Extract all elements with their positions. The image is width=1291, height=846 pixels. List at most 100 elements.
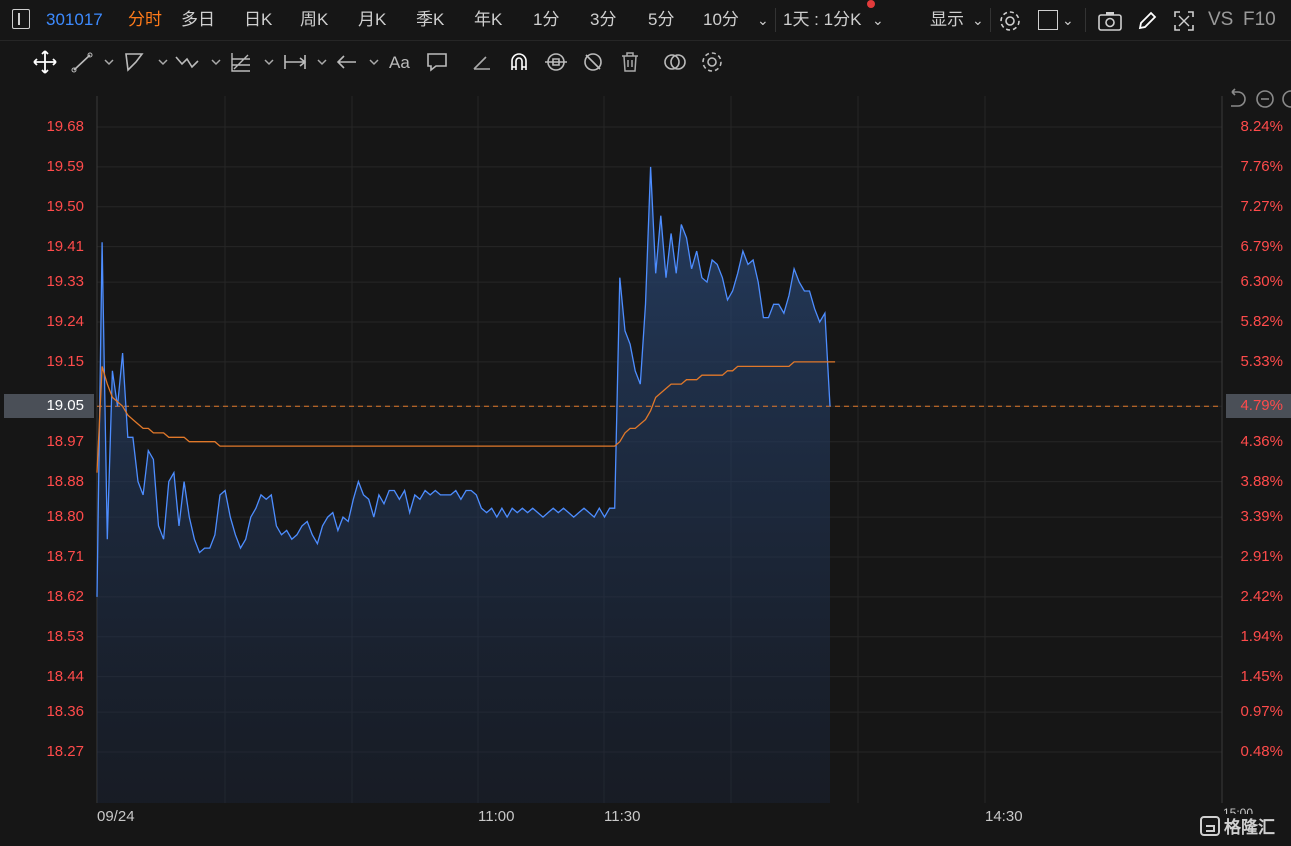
current-percent-value: 4.79%: [1240, 397, 1283, 414]
pencil-icon[interactable]: [1136, 9, 1158, 33]
tab-10min[interactable]: 10分: [703, 9, 739, 31]
y-axis-percent-label: 7.27%: [1240, 197, 1283, 215]
tab-5min[interactable]: 5分: [648, 9, 674, 31]
price-area-fill: [97, 166, 830, 803]
current-price-value: 19.05: [46, 397, 84, 414]
lock-drawings-icon[interactable]: [543, 49, 569, 75]
tab-quarterly-k[interactable]: 季K: [416, 9, 444, 31]
arrow-tool-icon[interactable]: [334, 49, 360, 75]
trash-icon[interactable]: [617, 49, 643, 75]
y-axis-percent-label: 6.79%: [1240, 237, 1283, 255]
y-axis-price-label: 19.41: [46, 237, 84, 255]
y-axis-percent-label: 6.30%: [1240, 273, 1283, 291]
tab-daily-k[interactable]: 日K: [244, 9, 272, 31]
hide-drawings-icon[interactable]: [580, 49, 606, 75]
svg-text:Aa: Aa: [389, 53, 410, 72]
y-axis-percent-label: 7.76%: [1240, 157, 1283, 175]
text-tool-icon[interactable]: Aa: [387, 49, 413, 75]
undo-icon[interactable]: [1226, 88, 1248, 110]
y-axis-price-label: 19.24: [46, 313, 84, 331]
wave-tool-icon[interactable]: [174, 49, 200, 75]
arrow-tool-chevron-icon[interactable]: [361, 49, 379, 75]
divider: [775, 8, 776, 32]
display-chevron-icon[interactable]: ⌄: [972, 9, 984, 31]
tab-monthly-k[interactable]: 月K: [358, 9, 386, 31]
camera-icon[interactable]: [1097, 9, 1123, 33]
y-axis-percent-label: 2.42%: [1240, 587, 1283, 605]
move-crosshair-icon[interactable]: [32, 49, 58, 75]
y-axis-price-label: 18.53: [46, 627, 84, 645]
y-axis-price-label: 18.97: [46, 432, 84, 450]
comment-tool-icon[interactable]: [424, 49, 450, 75]
notification-dot: [867, 0, 875, 8]
y-axis-percent-label: 2.91%: [1240, 547, 1283, 565]
f10-button[interactable]: F10: [1243, 9, 1276, 31]
y-axis-price-label: 19.15: [46, 352, 84, 370]
x-axis-label-1130: 11:30: [604, 808, 641, 825]
tab-multiday[interactable]: 多日: [181, 9, 215, 31]
y-axis-price-label: 18.71: [46, 547, 84, 565]
y-axis-percent-label: 1.45%: [1240, 667, 1283, 685]
watermark-logo: 格隆汇: [1200, 814, 1282, 843]
y-axis-percent-label: 0.48%: [1240, 743, 1283, 760]
y-axis-price-label: 19.33: [46, 273, 84, 291]
drawing-settings-gear-icon[interactable]: [699, 49, 725, 75]
timeshare-chart[interactable]: [0, 82, 1291, 846]
magnet-icon[interactable]: [506, 49, 532, 75]
fullscreen-icon[interactable]: [1172, 9, 1196, 33]
sidebar-toggle-icon[interactable]: [12, 9, 30, 29]
top-toolbar: 301017 分时 多日 日K 周K 月K 季K 年K 1分 3分 5分 10分…: [0, 0, 1291, 41]
polygon-tool-icon[interactable]: [122, 49, 148, 75]
x-axis-label-1500: 15:00: [1223, 806, 1254, 814]
current-percent-tag: 4.79%: [1226, 394, 1291, 418]
y-axis-percent-label: 5.82%: [1240, 313, 1283, 331]
tab-1min[interactable]: 1分: [533, 9, 559, 31]
y-axis-price-label: 19.59: [46, 157, 84, 175]
tab-yearly-k[interactable]: 年K: [474, 9, 502, 31]
y-axis-price-label: 18.62: [46, 587, 84, 605]
y-axis-percent-label: 3.39%: [1240, 508, 1283, 526]
layout-chevron-icon[interactable]: ⌄: [1062, 9, 1074, 31]
angle-tool-icon[interactable]: [470, 49, 496, 75]
polygon-tool-chevron-icon[interactable]: [150, 49, 168, 75]
zoom-in-icon[interactable]: [1280, 88, 1291, 110]
more-periods-chevron-icon[interactable]: ⌄: [757, 9, 769, 31]
y-axis-price-label: 19.68: [46, 118, 84, 135]
layout-square-icon[interactable]: [1038, 10, 1058, 30]
fibonacci-tool-icon[interactable]: [228, 49, 254, 75]
tab-3min[interactable]: 3分: [590, 9, 616, 31]
settings-gear-icon[interactable]: [998, 9, 1022, 33]
y-axis-price-label: 18.44: [46, 667, 84, 685]
y-axis-price-label: 18.36: [46, 703, 84, 721]
compare-circles-icon[interactable]: [662, 49, 688, 75]
tab-timeshare[interactable]: 分时: [128, 9, 162, 31]
y-axis-percent-label: 8.24%: [1240, 118, 1283, 135]
y-axis-price-label: 18.88: [46, 472, 84, 490]
y-axis-price-label: 19.50: [46, 197, 84, 215]
x-axis-label-1430: 14:30: [985, 808, 1023, 825]
stock-code[interactable]: 301017: [46, 9, 103, 31]
y-axis-percent-label: 4.36%: [1240, 432, 1283, 450]
period-chevron-icon[interactable]: ⌄: [872, 9, 884, 31]
svg-text:格隆汇: 格隆汇: [1224, 817, 1275, 838]
y-axis-percent-label: 5.33%: [1240, 352, 1283, 370]
display-menu[interactable]: 显示: [930, 9, 964, 31]
vs-button[interactable]: VS: [1208, 9, 1233, 31]
y-axis-percent-label: 1.94%: [1240, 627, 1283, 645]
x-axis-label-date: 09/24: [97, 808, 135, 825]
y-axis-percent-label: 3.88%: [1240, 472, 1283, 490]
zoom-out-icon[interactable]: [1254, 88, 1276, 110]
divider: [1085, 8, 1086, 32]
fibonacci-tool-chevron-icon[interactable]: [256, 49, 274, 75]
line-tool-chevron-icon[interactable]: [96, 49, 114, 75]
wave-tool-chevron-icon[interactable]: [203, 49, 221, 75]
measure-tool-chevron-icon[interactable]: [309, 49, 327, 75]
y-axis-percent-label: 0.97%: [1240, 703, 1283, 721]
tab-weekly-k[interactable]: 周K: [300, 9, 328, 31]
x-axis-label-1100: 11:00: [478, 808, 515, 825]
line-tool-icon[interactable]: [70, 49, 96, 75]
divider: [990, 8, 991, 32]
y-axis-price-label: 18.27: [46, 743, 84, 760]
period-selector[interactable]: 1天 : 1分K: [783, 9, 861, 31]
measure-tool-icon[interactable]: [282, 49, 308, 75]
